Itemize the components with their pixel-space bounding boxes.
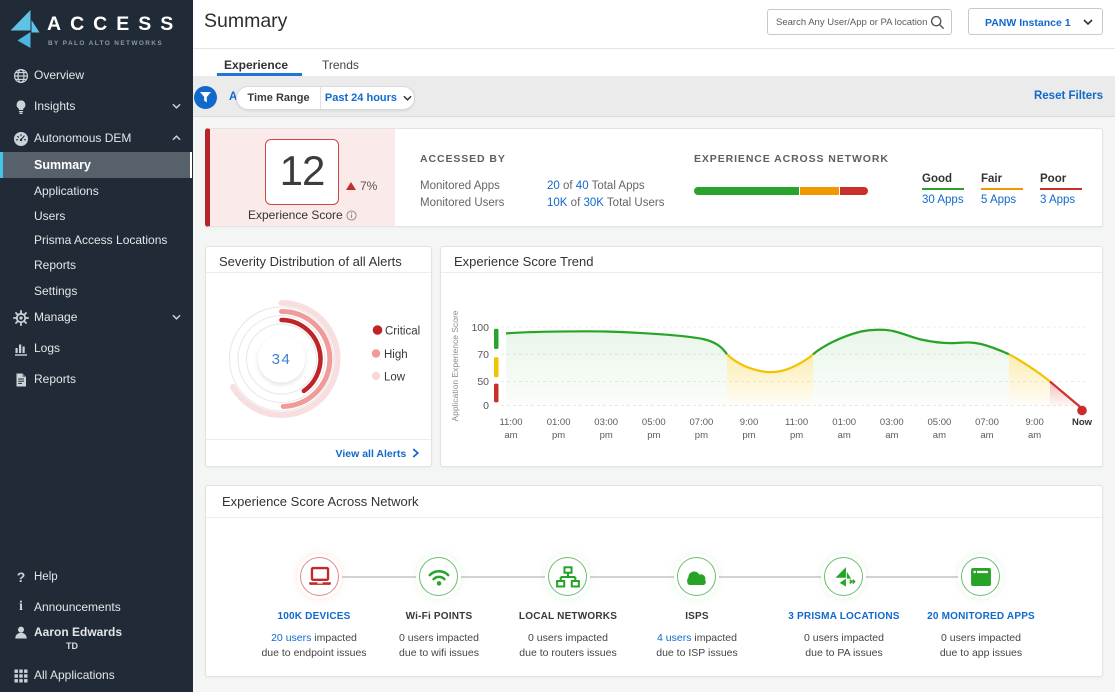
- svg-text:am: am: [1028, 430, 1041, 441]
- svg-text:Low: Low: [384, 372, 406, 384]
- svg-text:pm: pm: [790, 430, 803, 441]
- svg-text:70: 70: [477, 349, 489, 361]
- svg-text:Critical: Critical: [385, 326, 420, 338]
- svg-text:am: am: [933, 430, 946, 441]
- svg-text:pm: pm: [742, 430, 755, 441]
- svg-text:50: 50: [477, 376, 489, 388]
- svg-text:pm: pm: [647, 430, 660, 441]
- svg-text:11:00: 11:00: [499, 417, 522, 428]
- svg-text:am: am: [885, 430, 898, 441]
- svg-text:pm: pm: [552, 430, 565, 441]
- svg-text:34: 34: [272, 351, 292, 368]
- svg-text:01:00: 01:00: [547, 417, 571, 428]
- svg-text:01:00: 01:00: [832, 417, 856, 428]
- svg-text:07:00: 07:00: [975, 417, 999, 428]
- svg-text:9:00: 9:00: [740, 417, 759, 428]
- svg-text:am: am: [980, 430, 993, 441]
- svg-text:05:00: 05:00: [642, 417, 666, 428]
- svg-text:9:00: 9:00: [1025, 417, 1044, 428]
- svg-text:100: 100: [471, 322, 489, 334]
- svg-text:11:00: 11:00: [785, 417, 808, 428]
- svg-text:03:00: 03:00: [880, 417, 904, 428]
- svg-text:High: High: [384, 349, 408, 361]
- svg-text:Now: Now: [1072, 417, 1093, 428]
- svg-text:07:00: 07:00: [690, 417, 714, 428]
- svg-text:03:00: 03:00: [594, 417, 618, 428]
- svg-text:am: am: [838, 430, 851, 441]
- svg-text:am: am: [504, 430, 517, 441]
- svg-text:pm: pm: [695, 430, 708, 441]
- svg-text:0: 0: [483, 400, 489, 412]
- svg-text:Application Experience Score: Application Experience Score: [450, 310, 460, 421]
- svg-text:pm: pm: [600, 430, 613, 441]
- svg-text:05:00: 05:00: [928, 417, 952, 428]
